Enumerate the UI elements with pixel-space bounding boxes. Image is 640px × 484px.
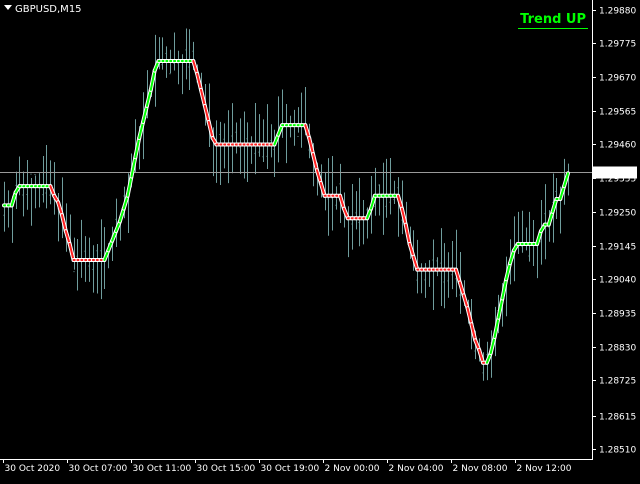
price-bar bbox=[382, 162, 385, 235]
price-bar bbox=[254, 103, 257, 175]
x-tick-label: 30 Oct 19:00 bbox=[261, 464, 320, 474]
price-bar bbox=[374, 167, 377, 216]
price-bar bbox=[393, 180, 396, 205]
price-bar bbox=[219, 121, 222, 186]
time-axis[interactable]: 30 Oct 2020 30 Oct 07:00 30 Oct 11:00 30 Oc… bbox=[3, 459, 572, 474]
y-tick-label: 1.28830 bbox=[599, 344, 636, 354]
price-bar bbox=[443, 243, 446, 309]
current-price-tag: 1.29373 bbox=[593, 166, 637, 179]
price-bar bbox=[436, 257, 439, 277]
price-bar bbox=[250, 136, 253, 164]
price-bar bbox=[525, 227, 528, 251]
price-bar bbox=[235, 122, 238, 154]
current-price-tag-text: 1.29373 bbox=[597, 169, 634, 179]
price-bar bbox=[447, 252, 450, 298]
y-tick-label: 1.28510 bbox=[599, 446, 636, 456]
price-bar bbox=[266, 104, 269, 170]
y-tick-label: 1.29460 bbox=[599, 141, 636, 151]
price-chart[interactable]: 1.29880 1.29775 1.29670 1.29565 1.29460 1.293… bbox=[0, 0, 640, 480]
price-bar bbox=[544, 184, 547, 260]
x-tick-label: 2 Nov 08:00 bbox=[453, 464, 508, 474]
y-tick-label: 1.29040 bbox=[599, 276, 636, 286]
price-bar bbox=[355, 191, 358, 230]
price-bar bbox=[378, 184, 381, 216]
price-axis[interactable]: 1.29880 1.29775 1.29670 1.29565 1.29460 1.293… bbox=[592, 7, 636, 456]
price-bar bbox=[293, 109, 296, 146]
y-tick-label: 1.29670 bbox=[599, 74, 636, 84]
price-bar bbox=[115, 198, 118, 247]
y-tick-label: 1.28615 bbox=[599, 413, 636, 423]
price-bar bbox=[246, 122, 249, 183]
price-bar bbox=[440, 228, 443, 306]
y-tick-label: 1.29565 bbox=[599, 108, 636, 118]
y-tick-label: 1.29880 bbox=[599, 7, 636, 17]
price-bar bbox=[451, 240, 454, 290]
price-bar bbox=[80, 219, 83, 278]
price-bar bbox=[7, 190, 10, 228]
price-bar bbox=[262, 119, 265, 162]
y-tick-label: 1.29775 bbox=[599, 40, 636, 50]
price-bar bbox=[42, 156, 45, 203]
price-bar bbox=[528, 211, 531, 262]
price-bar bbox=[389, 158, 392, 215]
y-tick-label: 1.28935 bbox=[599, 310, 636, 320]
symbol-label[interactable]: GBPUSD,M15 bbox=[4, 3, 82, 17]
price-bar bbox=[432, 239, 435, 310]
price-bar bbox=[258, 114, 261, 157]
price-bar bbox=[215, 120, 218, 183]
price-bar bbox=[297, 107, 300, 137]
y-tick-label: 1.28725 bbox=[599, 377, 636, 387]
price-bar bbox=[96, 244, 99, 294]
x-tick-label: 2 Nov 00:00 bbox=[325, 464, 380, 474]
price-bars-layer bbox=[3, 28, 570, 381]
x-tick-label: 2 Nov 04:00 bbox=[389, 464, 444, 474]
y-tick-label: 1.29145 bbox=[599, 243, 636, 253]
price-bar bbox=[521, 210, 524, 253]
y-tick-label: 1.29250 bbox=[599, 209, 636, 219]
price-bar bbox=[331, 155, 334, 231]
price-bar bbox=[53, 162, 56, 215]
price-bar bbox=[92, 245, 95, 293]
price-bar bbox=[300, 92, 303, 148]
x-tick-label: 2 Nov 12:00 bbox=[517, 464, 572, 474]
price-bar bbox=[428, 260, 431, 287]
price-bar bbox=[22, 171, 25, 217]
price-bar bbox=[177, 50, 180, 85]
price-bar bbox=[49, 160, 52, 205]
dropdown-triangle-icon[interactable] bbox=[4, 5, 12, 10]
price-bar bbox=[285, 104, 288, 164]
chart-window[interactable]: 1.29880 1.29775 1.29670 1.29565 1.29460 1.293… bbox=[0, 0, 640, 480]
price-bar bbox=[358, 177, 361, 247]
price-bar bbox=[335, 186, 338, 210]
price-bar bbox=[185, 28, 188, 80]
x-tick-label: 30 Oct 2020 bbox=[5, 464, 61, 474]
price-bar bbox=[45, 144, 48, 209]
price-bar bbox=[270, 124, 273, 158]
price-bar bbox=[30, 173, 33, 226]
price-bar bbox=[385, 158, 388, 218]
price-bar bbox=[38, 173, 41, 208]
price-bar bbox=[455, 229, 458, 298]
trend-status-label: Trend UP bbox=[518, 12, 588, 29]
price-bar bbox=[273, 129, 276, 177]
price-bar bbox=[231, 103, 234, 174]
x-tick-label: 30 Oct 15:00 bbox=[197, 464, 256, 474]
price-bar bbox=[173, 32, 176, 71]
price-bar bbox=[34, 173, 37, 209]
price-bar bbox=[397, 177, 400, 237]
x-tick-label: 30 Oct 07:00 bbox=[69, 464, 128, 474]
x-tick-label: 30 Oct 11:00 bbox=[133, 464, 192, 474]
price-bar bbox=[362, 199, 365, 245]
price-bar bbox=[76, 239, 79, 291]
symbol-text: GBPUSD,M15 bbox=[15, 4, 82, 15]
price-bar bbox=[161, 37, 164, 70]
